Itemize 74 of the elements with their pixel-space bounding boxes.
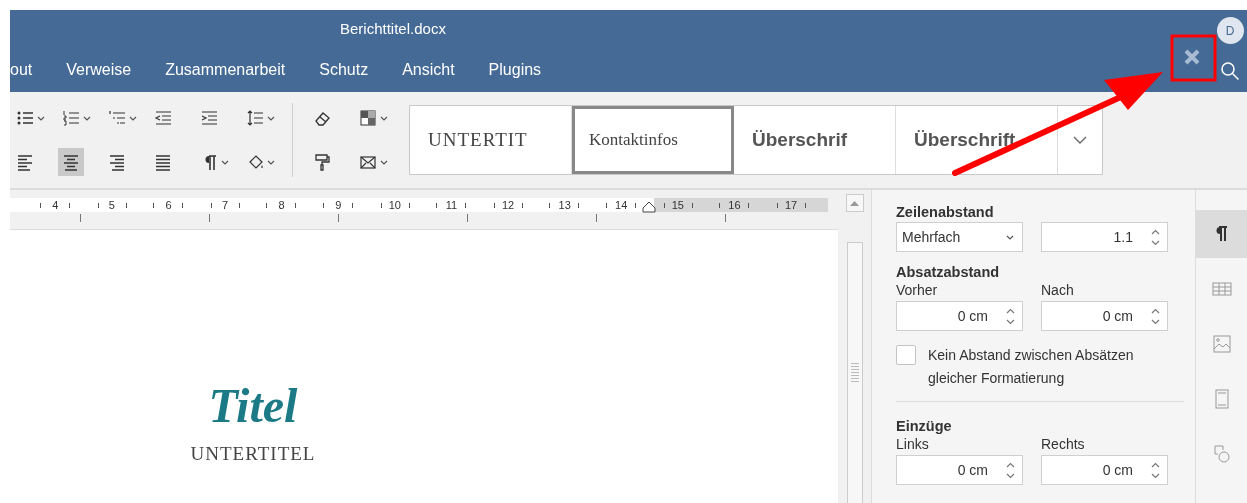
- ruler-number: 15: [670, 199, 685, 211]
- caret-icon: [267, 159, 275, 165]
- window-title: Berichttitel.docx: [340, 20, 446, 37]
- caret-icon: [380, 115, 388, 121]
- up-arrow-icon: [850, 200, 859, 206]
- multilevel-list-icon: [108, 109, 126, 127]
- caret-icon: [1006, 234, 1014, 240]
- envelope-icon: [359, 153, 377, 171]
- ruler-number: 5: [107, 199, 116, 211]
- ruler-number: 7: [221, 199, 230, 211]
- dropdown[interactable]: Mehrfach: [896, 222, 1023, 252]
- line-spacing-icon: [246, 109, 264, 127]
- menu-tab[interactable]: Schutz: [302, 47, 386, 92]
- ruler-number: 13: [557, 199, 572, 211]
- highlight-frame: [1170, 34, 1217, 82]
- document-subtitle: UNTERTITEL: [190, 442, 316, 465]
- ruler-number: 11: [444, 199, 459, 211]
- sidebar-tab[interactable]: [1196, 210, 1247, 258]
- menu-tab[interactable]: out: [10, 47, 50, 92]
- search-icon[interactable]: [1220, 61, 1240, 81]
- spin-field[interactable]: 1.1: [1041, 222, 1168, 252]
- image-icon: [1211, 334, 1232, 354]
- scrollbar-thumb[interactable]: [846, 242, 863, 503]
- section-heading: Einzüge: [896, 418, 953, 434]
- menu-tab[interactable]: Plugins: [471, 47, 559, 92]
- table-icon: [1211, 279, 1232, 299]
- checkbox[interactable]: [896, 345, 916, 365]
- spin-field[interactable]: 0 cm: [1041, 455, 1168, 485]
- ruler-number: 17: [783, 199, 799, 211]
- ruler-number: 16: [727, 199, 742, 211]
- caret-icon: [221, 159, 229, 165]
- toolbar-button[interactable]: [58, 148, 84, 176]
- increase-indent-icon: [200, 109, 218, 127]
- section-heading: Absatzabstand: [896, 264, 1001, 280]
- ruler-number: 8: [277, 199, 286, 211]
- align-left-icon: [16, 153, 34, 171]
- shapes-icon: [1211, 444, 1232, 464]
- style-preset[interactable]: Kontaktinfos: [572, 106, 734, 174]
- ruler-number: 6: [164, 199, 173, 211]
- paint-roller-icon: [313, 153, 331, 171]
- field-label: Nach: [1041, 282, 1075, 298]
- spin-field[interactable]: 0 cm: [896, 301, 1023, 331]
- caret-icon: [267, 115, 275, 121]
- shading-icon: [359, 109, 377, 127]
- field-label: Vorher: [896, 282, 939, 298]
- bullet-list-icon: [16, 109, 34, 127]
- menu-tab[interactable]: Ansicht: [385, 47, 472, 92]
- ruler-number: 4: [51, 199, 60, 211]
- caret-icon: [380, 159, 388, 165]
- spin-field[interactable]: 0 cm: [1041, 301, 1168, 331]
- close-icon[interactable]: [1183, 48, 1201, 66]
- checkbox-label: Kein Abstand zwischen Absätzen gleicher Formatierung: [928, 346, 1135, 388]
- user-avatar[interactable]: D: [1216, 17, 1244, 44]
- caret-icon: [83, 115, 91, 121]
- caret-icon: [129, 115, 137, 121]
- align-justify-icon: [154, 153, 172, 171]
- numbered-list-icon: [62, 109, 80, 127]
- ruler-number: 10: [387, 199, 402, 211]
- scroll-up-button[interactable]: [845, 194, 864, 212]
- align-center-icon: [62, 153, 80, 171]
- caret-icon: [37, 115, 45, 121]
- document-title: Titel: [208, 380, 298, 433]
- field-label: Links: [896, 436, 930, 452]
- field-label: Rechts: [1041, 436, 1086, 452]
- chevron-down-icon: [1073, 136, 1087, 144]
- spin-field[interactable]: 0 cm: [896, 455, 1023, 485]
- ruler-number: 9: [334, 199, 343, 211]
- menu-tab[interactable]: Zusammenarbeit: [148, 47, 303, 92]
- ruler-number: 14: [614, 199, 629, 211]
- menu-tab[interactable]: Verweise: [49, 47, 149, 92]
- decrease-indent-icon: [154, 109, 172, 127]
- ruler-number: 12: [500, 199, 516, 211]
- section-heading: Zeilenabstand: [896, 204, 995, 220]
- align-right-icon: [108, 153, 126, 171]
